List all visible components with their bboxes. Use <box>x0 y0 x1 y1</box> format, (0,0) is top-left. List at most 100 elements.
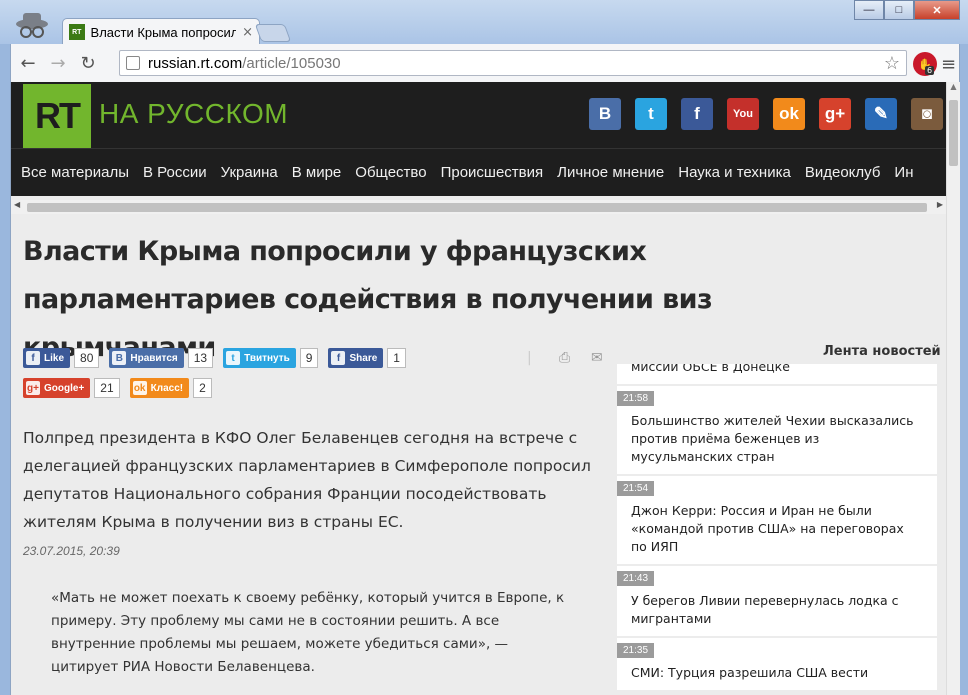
vertical-scrollbar[interactable]: ▲ <box>946 82 960 695</box>
share-service-icon: f <box>26 351 40 365</box>
email-icon[interactable]: ✉ <box>591 350 613 368</box>
share-service-icon: t <box>226 351 241 365</box>
url-path: /article/105030 <box>242 54 341 72</box>
share-service-icon: B <box>112 351 127 365</box>
nav-item[interactable]: Наука и техника <box>678 164 791 181</box>
rt-logo[interactable]: RT <box>23 84 91 148</box>
nav-item[interactable]: Общество <box>355 164 426 181</box>
feed-item[interactable]: 21:58 Большинство жителей Чехии высказали… <box>617 386 937 474</box>
nav-item[interactable]: В России <box>143 164 207 181</box>
horizontal-scroll-thumb[interactable] <box>27 203 927 212</box>
share-button[interactable]: B Нравится <box>109 348 184 368</box>
minimize-button[interactable]: — <box>854 0 884 20</box>
article-tools: | ⎙ ✉ <box>517 350 613 368</box>
share-count: 13 <box>187 348 214 368</box>
share-button-label: Нравится <box>130 352 178 364</box>
site-navigation: Все материалы В России Украина В мире Общест… <box>11 148 947 196</box>
share-count: 9 <box>299 348 319 368</box>
feed-item-time: 21:54 <box>617 481 655 496</box>
feed-item-text: миссии ОБСЕ в Донецке <box>631 364 790 374</box>
share-count: 2 <box>193 378 212 398</box>
feed-item-text: У берегов Ливии перевернулась лодка с ми… <box>631 593 899 626</box>
share-button[interactable]: t Твитнуть <box>223 348 296 368</box>
feed-item[interactable]: 21:35 СМИ: Турция разрешила США вести <box>617 638 937 690</box>
share-button-label: Share <box>349 352 378 364</box>
reload-icon[interactable]: ↻ <box>75 50 101 76</box>
window-controls: — □ ✕ <box>854 0 960 20</box>
odnoklassniki-icon[interactable]: ok <box>773 98 805 130</box>
scroll-right-icon[interactable]: ▶ <box>937 200 943 209</box>
social-links: Bt f You ok g+ ✎ ◙ <box>589 98 957 130</box>
share-service-icon: ok <box>132 381 147 395</box>
maximize-button[interactable]: □ <box>884 0 914 20</box>
browser-toolbar: ← → ↻ russian.rt.com/article/105030 ☆ ✋ … <box>10 44 960 82</box>
tab-close-icon[interactable]: × <box>242 25 253 40</box>
nav-item[interactable]: Все материалы <box>21 164 129 181</box>
feed-item-text: Большинство жителей Чехии высказались пр… <box>631 413 914 464</box>
site-subtitle[interactable]: НА РУССКОМ <box>99 98 288 130</box>
article-date: 23.07.2015, 20:39 <box>23 544 120 558</box>
news-feed: миссии ОБСЕ в Донецке 21:58 Большинство ж… <box>617 364 937 695</box>
share-button-label: Like <box>44 352 65 364</box>
nav-item[interactable]: Личное мнение <box>557 164 664 181</box>
twitter-icon[interactable]: t <box>635 98 667 130</box>
article-quote: «Мать не может поехать к своему ребёнку,… <box>51 590 565 675</box>
nav-item[interactable]: Ин <box>894 164 913 181</box>
url-host: russian.rt.com <box>148 54 243 72</box>
feed-item-text: СМИ: Турция разрешила США вести <box>631 665 869 680</box>
share-count: 80 <box>74 348 100 368</box>
share-button[interactable]: f Share <box>328 348 384 368</box>
print-icon[interactable]: ⎙ <box>559 350 581 368</box>
window-titlebar: RT Власти Крыма попросили × — □ ✕ <box>0 0 968 45</box>
horizontal-scrollbar[interactable]: ◀ ▶ <box>11 200 947 214</box>
share-button[interactable]: ok Класс! <box>129 378 190 398</box>
share-buttons-row-1: f Like 80 B Нравится 13 t Твитнуть 9 f Share 1 <box>23 348 416 368</box>
share-count: 1 <box>387 348 406 368</box>
scroll-left-icon[interactable]: ◀ <box>14 200 20 209</box>
new-tab-button[interactable] <box>254 24 292 42</box>
share-button-label: Класс! <box>150 382 184 394</box>
share-service-icon: g+ <box>26 381 40 395</box>
divider: | <box>527 350 532 366</box>
menu-hamburger-icon[interactable]: ≡ <box>941 54 956 75</box>
feed-item-time: 21:35 <box>617 643 655 658</box>
share-button[interactable]: g+ Google+ <box>23 378 91 398</box>
forward-arrow-icon[interactable]: → <box>45 50 71 76</box>
googleplus-icon[interactable]: g+ <box>819 98 851 130</box>
page-icon <box>126 56 140 70</box>
share-button[interactable]: f Like <box>23 348 71 368</box>
vertical-scroll-thumb[interactable] <box>949 100 958 166</box>
back-arrow-icon[interactable]: ← <box>15 50 41 76</box>
feed-item[interactable]: 21:54 Джон Керри: Россия и Иран не были «… <box>617 476 937 564</box>
nav-item[interactable]: Украина <box>221 164 278 181</box>
scroll-up-icon[interactable]: ▲ <box>947 82 960 96</box>
vk-icon[interactable]: B <box>589 98 621 130</box>
page-viewport: RT НА РУССКОМ Bt f You ok g+ ✎ ◙ Все материалы… <box>10 82 960 695</box>
article-lead: Полпред президента в КФО Олег Белавенцев… <box>23 429 591 531</box>
rt-favicon-icon: RT <box>69 24 85 40</box>
browser-tab-active[interactable]: RT Власти Крыма попросили × <box>62 18 260 45</box>
nav-item[interactable]: Видеоклуб <box>805 164 881 181</box>
bookmark-star-icon[interactable]: ☆ <box>884 53 900 74</box>
feed-item-text: Джон Керри: Россия и Иран не были «коман… <box>631 503 904 554</box>
facebook-icon[interactable]: f <box>681 98 713 130</box>
tab-title: Власти Крыма попросили <box>90 24 237 40</box>
share-service-icon: f <box>331 351 346 365</box>
instagram-icon[interactable]: ◙ <box>911 98 943 130</box>
nav-item[interactable]: Происшествия <box>441 164 544 181</box>
feed-item[interactable]: 21:43 У берегов Ливии перевернулась лодка… <box>617 566 937 636</box>
close-button[interactable]: ✕ <box>914 0 960 20</box>
livejournal-icon[interactable]: ✎ <box>865 98 897 130</box>
site-header: RT НА РУССКОМ Bt f You ok g+ ✎ ◙ <box>11 82 947 148</box>
feed-item[interactable]: миссии ОБСЕ в Донецке <box>617 364 937 384</box>
nav-item[interactable]: В мире <box>292 164 342 181</box>
share-button-label: Твитнуть <box>244 352 290 364</box>
share-count: 21 <box>94 378 120 398</box>
extension-badge: 6 <box>925 66 935 75</box>
address-bar[interactable]: russian.rt.com/article/105030 ☆ <box>119 50 907 76</box>
youtube-icon[interactable]: You <box>727 98 759 130</box>
incognito-icon <box>16 13 48 38</box>
feed-item-time: 21:58 <box>617 391 655 406</box>
news-feed-title: Лента новостей <box>823 344 941 359</box>
share-buttons-row-2: g+ Google+ 21 ok Класс! 2 <box>23 378 222 398</box>
